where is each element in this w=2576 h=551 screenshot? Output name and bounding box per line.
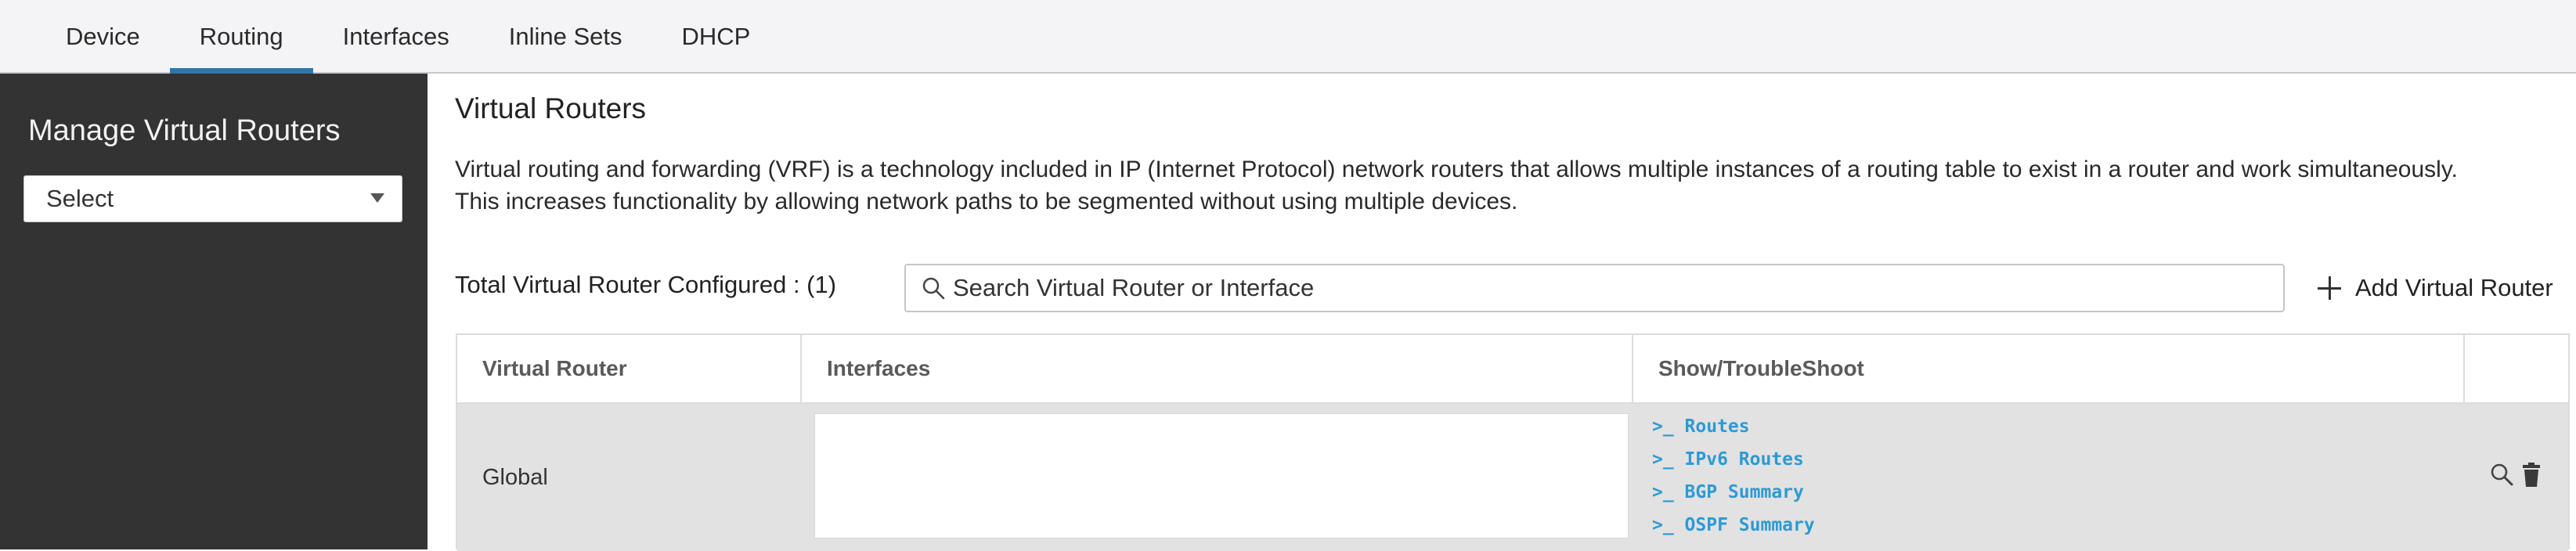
caret-down-icon xyxy=(370,193,384,203)
sidebar: Manage Virtual Routers Select xyxy=(0,74,428,549)
page-title: Virtual Routers xyxy=(455,92,647,124)
search-icon xyxy=(915,264,951,312)
tab-routing[interactable]: Routing xyxy=(169,0,313,75)
table-row: Global >_ Routes >_ IPv6 Routes >_ BGP S… xyxy=(457,404,2568,551)
magnifier-icon[interactable] xyxy=(2488,460,2515,490)
add-virtual-router-label: Add Virtual Router xyxy=(2355,274,2553,301)
page-description: Virtual routing and forwarding (VRF) is … xyxy=(455,157,2458,214)
tab-device[interactable]: Device xyxy=(36,0,170,74)
plus-icon xyxy=(2318,276,2341,300)
main-content: Virtual Routers Virtual routing and forw… xyxy=(428,74,2576,551)
trash-icon[interactable] xyxy=(2518,460,2545,490)
virtual-router-select[interactable]: Select xyxy=(23,175,402,222)
tab-list: Device Routing Interfaces Inline Sets DH… xyxy=(36,0,781,75)
search-box xyxy=(904,264,2285,312)
virtual-router-table: Virtual Router Interfaces Show/TroubleSh… xyxy=(456,333,2570,551)
tab-dhcp[interactable]: DHCP xyxy=(652,0,781,74)
total-virtual-router-count: Total Virtual Router Configured : (1) xyxy=(455,271,837,298)
row-actions xyxy=(2488,460,2545,490)
column-header-show-troubleshoot: Show/TroubleShoot xyxy=(1633,335,2465,402)
sidebar-title: Manage Virtual Routers xyxy=(28,114,341,147)
table-header: Virtual Router Interfaces Show/TroubleSh… xyxy=(457,335,2568,404)
top-tab-bar: Device Routing Interfaces Inline Sets DH… xyxy=(0,0,2576,75)
select-value: Select xyxy=(46,185,114,212)
ospf-summary-link[interactable]: >_ OSPF Summary xyxy=(1652,509,2357,542)
search-input[interactable] xyxy=(951,266,2283,310)
column-header-interfaces: Interfaces xyxy=(802,335,1633,402)
ipv6-routes-link[interactable]: >_ IPv6 Routes xyxy=(1652,443,2357,476)
interfaces-cell xyxy=(814,413,1629,538)
bgp-summary-link[interactable]: >_ BGP Summary xyxy=(1652,476,2357,509)
troubleshoot-links: >_ Routes >_ IPv6 Routes >_ BGP Summary … xyxy=(1652,410,2357,542)
tab-interfaces[interactable]: Interfaces xyxy=(313,0,479,74)
routes-link[interactable]: >_ Routes xyxy=(1652,410,2357,443)
add-virtual-router-button[interactable]: Add Virtual Router xyxy=(2318,265,2553,312)
virtual-router-name: Global xyxy=(482,464,548,490)
column-header-virtual-router: Virtual Router xyxy=(457,335,802,402)
column-header-actions xyxy=(2465,335,2571,402)
tab-inline-sets[interactable]: Inline Sets xyxy=(479,0,652,74)
